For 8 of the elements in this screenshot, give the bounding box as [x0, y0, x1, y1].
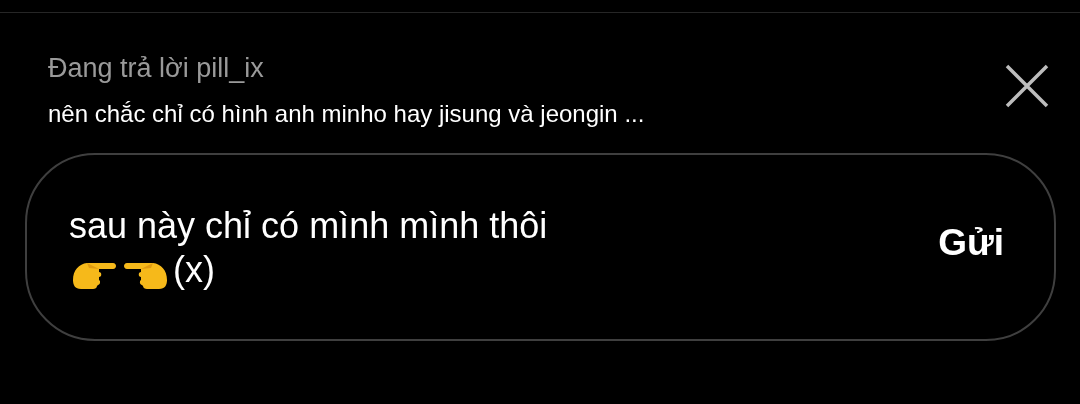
comment-text: sau này chỉ có mình mình thôi: [69, 204, 549, 248]
close-button[interactable]: [1004, 62, 1050, 109]
replied-comment-preview: nên chắc chỉ có hình anh minho hay jisung và jeongin ...: [48, 100, 646, 128]
comment-input-field[interactable]: sau này chỉ có mình mình thôi (x) Gửi: [25, 153, 1056, 341]
replying-to-label: Đang trả lời pill_ix: [48, 53, 265, 84]
comment-text-tail: (x): [173, 248, 215, 292]
close-icon: [1004, 62, 1050, 109]
send-button[interactable]: Gửi: [938, 222, 1004, 264]
